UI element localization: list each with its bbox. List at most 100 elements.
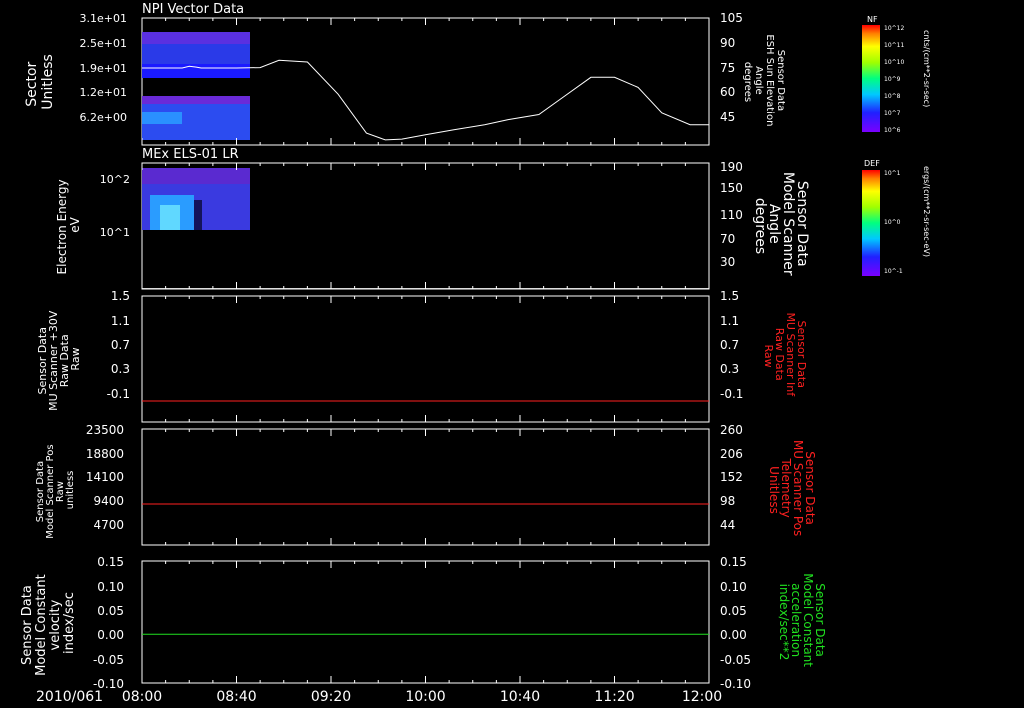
y-tick-label: 1.9e+01	[80, 62, 127, 75]
y-axis-title: Electron Energy eV	[55, 176, 82, 275]
heatmap	[142, 168, 250, 230]
y-right-axis-title-line: Sensor Data	[775, 50, 786, 111]
y-tick-label: 10^2	[100, 173, 130, 186]
colorbar-tick: 10^10	[884, 59, 904, 66]
y-axis-title: Sensor Data Model Constant velocity inde…	[20, 570, 77, 676]
y-right-tick-label: 60	[720, 85, 735, 99]
y-tick-label: -0.1	[107, 387, 130, 401]
y-right-axis-title-line: ESH Sun Elevation	[764, 34, 775, 126]
colorbar-def: DEF 10^1 10^0 10^-1 ergs/(cm**2-sr-sec-e…	[862, 159, 931, 276]
y-right-axis-title-line: degrees	[752, 198, 768, 254]
y-right-tick-label: 152	[720, 470, 743, 484]
y-right-tick-label: 110	[720, 208, 743, 222]
y-axis-left: 1.5 1.1 0.7 0.3 -0.1	[107, 289, 130, 401]
colorbar-tick: 10^9	[884, 76, 901, 83]
y-tick-label: -0.05	[93, 653, 124, 667]
y-right-axis-title: Sensor Data MU Scanner Inf Raw Data Raw	[762, 312, 808, 399]
panel-title: NPI Vector Data	[142, 2, 244, 17]
y-axis-title-line: Sector	[24, 61, 40, 106]
y-right-tick-label: 0.3	[720, 362, 739, 376]
y-axis-left: 23500 18800 14100 9400 4700	[86, 423, 124, 532]
colorbar-tick: 10^1	[884, 170, 901, 177]
y-tick-label: 0.10	[97, 580, 124, 594]
y-tick-label: 0.7	[111, 338, 130, 352]
heatmap-band-lower-hi	[142, 96, 250, 104]
y-right-tick-label: 105	[720, 11, 743, 25]
y-right-tick-label: -0.10	[720, 677, 751, 691]
y-right-tick-label: -0.05	[720, 653, 751, 667]
y-tick-label: 10^1	[100, 226, 130, 239]
y-axis-right: 260 206 152 98 44	[720, 423, 743, 532]
y-tick-label: 0.05	[97, 604, 124, 618]
colorbar-gradient	[862, 170, 880, 276]
tplot-figure: NPI Vector Data 3.1e+01 2.5e+01 1.9e+01 …	[20, 2, 931, 705]
y-axis-title-line: unitless	[65, 471, 76, 510]
heatmap-region-gap	[194, 200, 202, 230]
y-right-tick-label: 75	[720, 61, 735, 75]
y-right-tick-label: 30	[720, 255, 735, 269]
y-axis-title-line: Electron Energy	[55, 179, 69, 274]
plot-frame	[141, 560, 710, 684]
x-tick-label: 08:00	[122, 689, 162, 705]
panel-mu-scanner-raw: 1.5 1.1 0.7 0.3 -0.1 Sensor Data MU Scan…	[36, 289, 808, 423]
y-right-tick-label: 44	[720, 518, 735, 532]
y-right-tick-label: 70	[720, 232, 735, 246]
y-axis-title-line: eV	[68, 216, 82, 232]
x-tick-label: 11:20	[594, 689, 634, 705]
y-axis-right: 1.5 1.1 0.7 0.3 -0.1	[720, 289, 743, 401]
y-tick-label: 23500	[86, 423, 124, 437]
colorbar-label: NF	[867, 15, 878, 24]
heatmap-region-upper	[142, 168, 250, 184]
y-axis-title: Sensor Data MU Scanner +30V Raw Data Raw	[36, 307, 82, 411]
y-tick-label: 0.3	[111, 362, 130, 376]
y-tick-label: 9400	[93, 494, 124, 508]
y-tick-label: 1.5	[111, 289, 130, 303]
date-label: 2010/061	[36, 689, 103, 705]
y-right-axis-title: Sensor Data Model Constant acceleration …	[777, 573, 827, 671]
y-right-axis-title: Sensor Data Model Scanner Angle degrees	[752, 172, 810, 280]
y-right-axis-title-line: Raw	[762, 344, 775, 367]
colorbar-nf: NF 10^12 10^11 10^10 10^9 10^8 10^7 10^6…	[862, 15, 931, 134]
y-right-tick-label: 0.00	[720, 628, 747, 642]
y-axis-right: 190 150 110 70 30	[720, 160, 743, 269]
y-axis-title: Sensor Data Model Scanner Pos Raw unitle…	[35, 441, 76, 538]
colorbar-unit: cnts/(cm**2-sr-sec)	[922, 30, 931, 107]
colorbar-tick: 10^12	[884, 25, 904, 32]
y-right-axis-title-line: index/sec**2	[777, 584, 791, 661]
heatmap-band-mid	[142, 64, 250, 78]
colorbar-label: DEF	[864, 159, 880, 168]
y-axis-title: Sector Unitless	[24, 54, 56, 110]
y-right-tick-label: 1.5	[720, 289, 739, 303]
y-right-axis-title: Sensor Data MU Scanner Pos Telemetry Uni…	[767, 440, 817, 540]
y-axis-title-line: Raw	[69, 347, 82, 370]
heatmap-band-upper-hi	[142, 32, 250, 44]
y-tick-label: 6.2e+00	[80, 111, 127, 124]
y-axis-title-line: Sensor Data	[20, 585, 35, 665]
panel-model-constant: 0.15 0.10 0.05 0.00 -0.05 -0.10 Sensor D…	[20, 555, 827, 691]
y-tick-label: 4700	[93, 518, 124, 532]
x-tick-label: 10:40	[500, 689, 540, 705]
y-tick-label: 0.00	[97, 628, 124, 642]
y-right-tick-label: 0.05	[720, 604, 747, 618]
y-tick-label: 2.5e+01	[80, 37, 127, 50]
plot-frame	[141, 295, 710, 423]
heatmap-band-lower-cyan	[142, 112, 182, 124]
y-right-tick-label: 190	[720, 160, 743, 174]
y-axis-left: 10^2 10^1	[100, 173, 130, 239]
colorbar-tick: 10^0	[884, 219, 901, 226]
y-tick-label: 0.15	[97, 555, 124, 569]
colorbar-tick: 10^11	[884, 42, 904, 49]
plot-frame	[141, 428, 710, 546]
y-axis-left: 3.1e+01 2.5e+01 1.9e+01 1.2e+01 6.2e+00	[80, 12, 127, 124]
y-right-axis-title-line: Unitless	[767, 466, 781, 514]
y-tick-label: 3.1e+01	[80, 12, 127, 25]
x-axis: 2010/061 08:00 08:40 09:20 10:00 10:40 1…	[36, 689, 722, 705]
heatmap	[142, 32, 250, 140]
y-right-tick-label: 150	[720, 181, 743, 195]
y-tick-label: 14100	[86, 470, 124, 484]
y-right-tick-label: 0.10	[720, 580, 747, 594]
y-right-axis-title: Sensor Data ESH Sun Elevation Angle degr…	[742, 34, 786, 129]
y-axis-title-line: Unitless	[40, 54, 56, 110]
x-tick-label: 12:00	[682, 689, 722, 705]
y-axis-title-line: Model Constant	[34, 574, 49, 676]
